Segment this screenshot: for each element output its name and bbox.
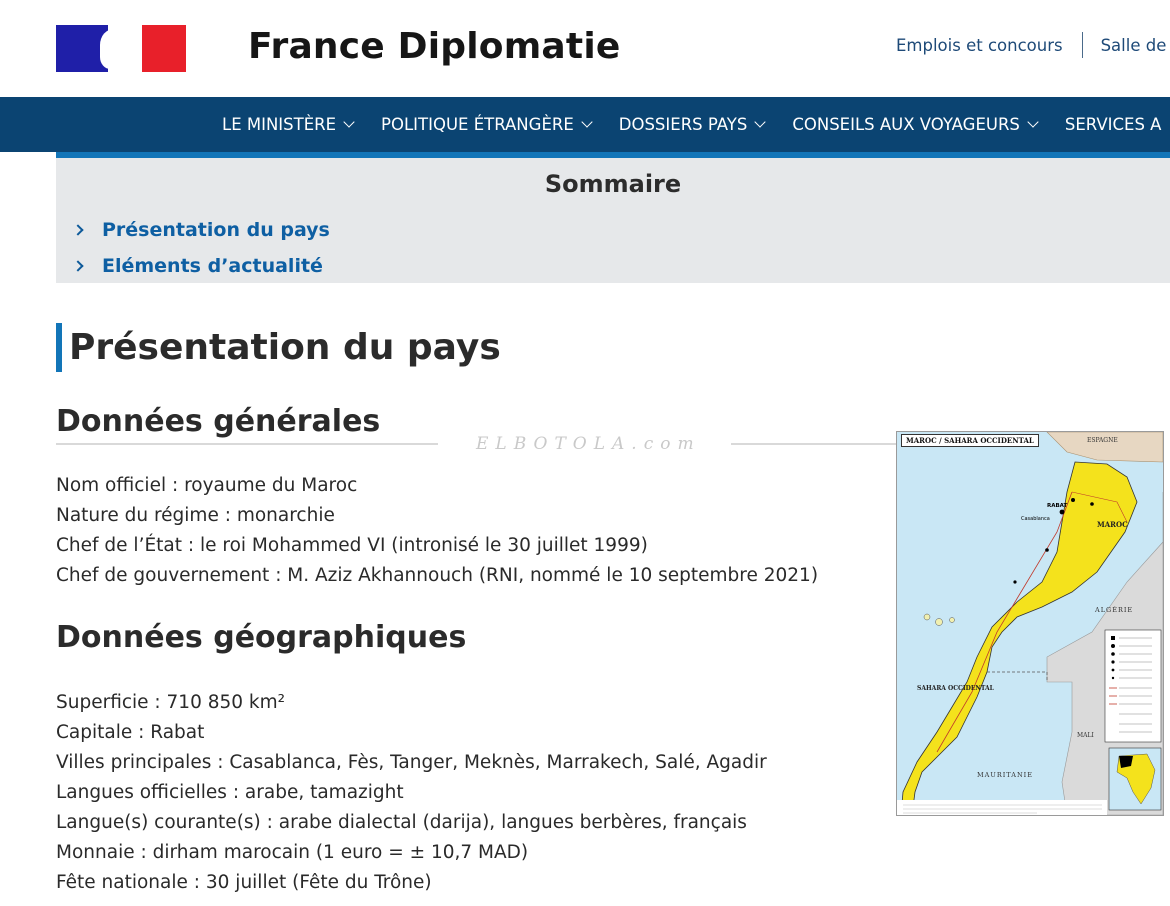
nav-item-politique-etrangere[interactable]: POLITIQUE ÉTRANGÈRE: [381, 115, 593, 134]
sommaire-link-presentation[interactable]: Présentation du pays: [102, 219, 330, 241]
morocco-map-image[interactable]: MAROC / SAHARA OCCIDENTAL MAROC SAHARA O…: [896, 431, 1164, 816]
heading-donnees-generales: Données générales: [56, 404, 381, 439]
sommaire-box: Sommaire Présentation du pays Eléments d…: [56, 158, 1170, 283]
republique-francaise-logo[interactable]: [56, 25, 186, 72]
svg-text:RABAT: RABAT: [1047, 503, 1068, 509]
donnees-generales-list: Nom officiel : royaume du Maroc Nature d…: [56, 471, 818, 591]
sommaire-link-actualite[interactable]: Eléments d’actualité: [102, 255, 323, 277]
list-item: Nom officiel : royaume du Maroc: [56, 475, 358, 496]
donnees-geographiques-list: Superficie : 710 850 km² Capitale : Raba…: [56, 688, 767, 898]
svg-text:ESPAGNE: ESPAGNE: [1087, 437, 1118, 444]
sommaire-title: Sommaire: [544, 170, 682, 198]
list-item: Capitale : Rabat: [56, 722, 205, 743]
list-item: Langues officielles : arabe, tamazight: [56, 782, 404, 803]
watermark-text: ELBOTOLA.com: [476, 434, 701, 454]
map-title: MAROC / SAHARA OCCIDENTAL: [901, 434, 1039, 447]
map-drawing: MAROC SAHARA OCCIDENTAL ALGÉRIE MAURITAN…: [897, 432, 1163, 815]
nav-item-ministere[interactable]: LE MINISTÈRE: [222, 115, 355, 134]
chevron-down-icon: [581, 116, 593, 128]
list-item: Fête nationale : 30 juillet (Fête du Trô…: [56, 872, 432, 893]
sommaire-item[interactable]: Présentation du pays: [72, 212, 330, 248]
chevron-right-icon: [72, 260, 84, 272]
list-item: Monnaie : dirham marocain (1 euro = ± 10…: [56, 842, 529, 863]
list-item: Superficie : 710 850 km²: [56, 692, 286, 713]
chevron-right-icon: [72, 224, 84, 236]
site-title[interactable]: France Diplomatie: [248, 26, 621, 67]
svg-text:MAROC: MAROC: [1097, 520, 1128, 529]
chevron-down-icon: [1027, 116, 1039, 128]
list-item: Chef de l’État : le roi Mohammed VI (int…: [56, 535, 648, 556]
list-item: Chef de gouvernement : M. Aziz Akhannouc…: [56, 565, 819, 586]
sommaire-item[interactable]: Eléments d’actualité: [72, 248, 330, 284]
top-links: Emplois et concours Salle de: [896, 32, 1166, 58]
section-title-presentation: Présentation du pays: [56, 323, 501, 372]
chevron-down-icon: [343, 116, 355, 128]
list-item: Langue(s) courante(s) : arabe dialectal …: [56, 812, 747, 833]
watermark-line-left: [56, 443, 438, 445]
nav-item-services[interactable]: SERVICES A: [1065, 115, 1162, 134]
salle-de-presse-link[interactable]: Salle de: [1101, 36, 1167, 55]
main-navigation: LE MINISTÈRE POLITIQUE ÉTRANGÈRE DOSSIER…: [0, 97, 1170, 152]
list-item: Nature du régime : monarchie: [56, 505, 335, 526]
svg-text:SAHARA OCCIDENTAL: SAHARA OCCIDENTAL: [917, 685, 995, 692]
nav-item-conseils-voyageurs[interactable]: CONSEILS AUX VOYAGEURS: [792, 115, 1039, 134]
svg-text:MAURITANIE: MAURITANIE: [977, 771, 1033, 779]
svg-text:MALI: MALI: [1077, 732, 1094, 739]
nav-item-dossiers-pays[interactable]: DOSSIERS PAYS: [619, 115, 767, 134]
logo-marianne-profile: [100, 25, 142, 72]
emplois-link[interactable]: Emplois et concours: [896, 36, 1063, 55]
chevron-down-icon: [754, 116, 767, 128]
svg-text:ALGÉRIE: ALGÉRIE: [1094, 605, 1133, 614]
list-item: Villes principales : Casablanca, Fès, Ta…: [56, 752, 767, 773]
heading-donnees-geographiques: Données géographiques: [56, 620, 467, 655]
logo-red-band: [142, 25, 186, 72]
watermark-line-right: [731, 443, 896, 445]
top-links-separator: [1081, 32, 1083, 58]
svg-text:Casablanca: Casablanca: [1021, 516, 1050, 522]
